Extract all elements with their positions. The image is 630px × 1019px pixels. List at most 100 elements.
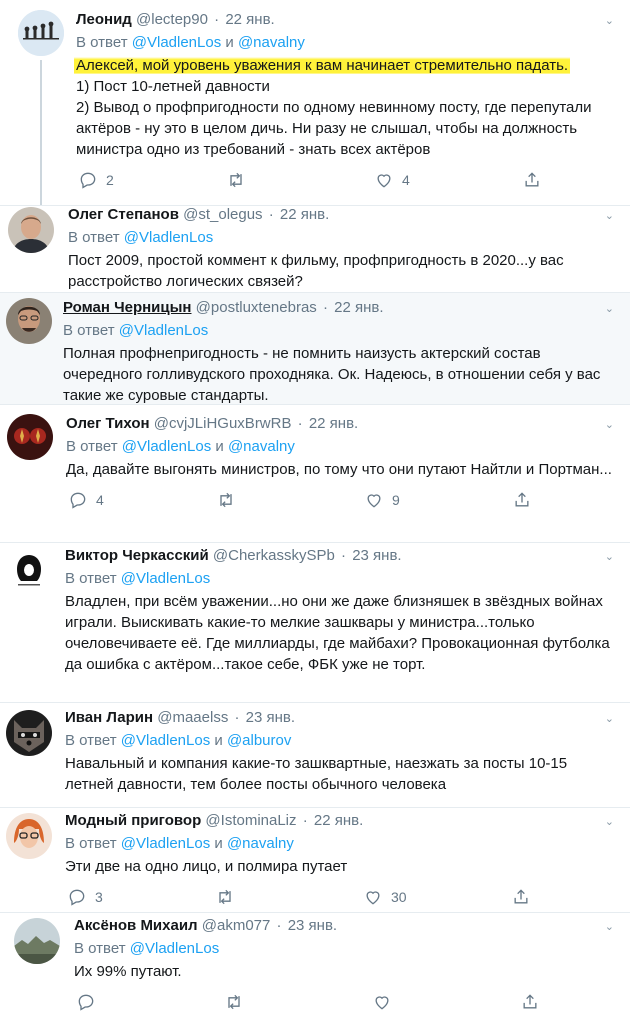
tweet-date[interactable]: 23 янв. [352, 547, 401, 564]
chevron-down-icon[interactable]: ⌄ [605, 302, 614, 315]
mention-link[interactable]: @navalny [238, 34, 305, 51]
reply-button[interactable] [76, 992, 96, 1012]
share-button[interactable] [511, 887, 531, 907]
tweet-date[interactable]: 23 янв. [288, 917, 337, 934]
reply-button[interactable]: 2 [78, 170, 114, 190]
tweet-header: Иван Ларин @maaelss · 23 янв. [65, 709, 296, 726]
author-name[interactable]: Аксёнов Михаил [74, 917, 198, 934]
reply-icon [70, 492, 86, 509]
person-photo-icon [6, 813, 52, 859]
like-button[interactable]: 4 [374, 170, 410, 190]
author-handle[interactable]: @maaelss [157, 709, 228, 726]
reply-button[interactable]: 4 [68, 490, 104, 510]
tweet[interactable]: Виктор Черкасский @CherkasskySPb · 23 ян… [0, 542, 630, 702]
tweet-date[interactable]: 22 янв. [280, 206, 329, 223]
tweet-date[interactable]: 22 янв. [309, 415, 358, 432]
avatar[interactable] [6, 548, 52, 594]
mention-link[interactable]: @VladlenLos [124, 229, 213, 246]
tweet-header: Аксёнов Михаил @akm077 · 23 янв. [74, 917, 338, 934]
author-handle[interactable]: @postluxtenebras [196, 299, 317, 316]
tweet-date[interactable]: 22 янв. [334, 299, 383, 316]
author-handle[interactable]: @CherkasskySPb [213, 547, 335, 564]
share-icon [525, 172, 539, 187]
retweet-icon [220, 492, 232, 508]
retweet-button[interactable] [216, 490, 236, 510]
mention-link[interactable]: @navalny [227, 835, 294, 852]
retweet-button[interactable] [226, 170, 246, 190]
avatar[interactable] [18, 10, 64, 56]
mention-link[interactable]: @VladlenLos [121, 570, 210, 587]
tweet[interactable]: Роман Черницын @postluxtenebras · 22 янв… [0, 292, 630, 404]
avatar[interactable] [6, 298, 52, 344]
chevron-down-icon[interactable]: ⌄ [605, 712, 614, 725]
author-handle[interactable]: @lectep90 [136, 11, 208, 28]
retweet-button[interactable] [215, 887, 235, 907]
author-name[interactable]: Иван Ларин [65, 709, 153, 726]
mention-link[interactable]: @VladlenLos [121, 732, 210, 749]
mention-link[interactable]: @VladlenLos [130, 940, 219, 957]
tweet[interactable]: Аксёнов Михаил @akm077 · 23 янв. ⌄ В отв… [0, 912, 630, 1019]
like-button[interactable]: 30 [363, 887, 407, 907]
tweet[interactable]: Иван Ларин @maaelss · 23 янв. ⌄ В ответ … [0, 702, 630, 807]
tweet-actions: 4 9 [66, 490, 616, 512]
tweet[interactable]: Леонид @lectep90 · 22 янв. ⌄ В ответ @Vl… [0, 0, 630, 205]
author-handle[interactable]: @IstominaLiz [205, 812, 296, 829]
avatar[interactable] [8, 207, 54, 253]
reply-button[interactable]: 3 [67, 887, 103, 907]
share-button[interactable] [522, 170, 542, 190]
chevron-down-icon[interactable]: ⌄ [605, 209, 614, 222]
tweet-text: Владлен, при всём уважении...но они же д… [65, 593, 610, 673]
thread-line [40, 60, 42, 205]
chevron-down-icon[interactable]: ⌄ [605, 920, 614, 933]
avatar[interactable] [6, 813, 52, 859]
author-name[interactable]: Олег Степанов [68, 206, 179, 223]
evolution-avatar-icon [18, 10, 64, 56]
author-handle[interactable]: @cvjJLiHGuxBrwRB [154, 415, 292, 432]
mention-link[interactable]: @VladlenLos [122, 438, 211, 455]
avatar[interactable] [6, 710, 52, 756]
mention-link[interactable]: @VladlenLos [132, 34, 221, 51]
mention-link[interactable]: @VladlenLos [121, 835, 210, 852]
author-handle[interactable]: @akm077 [202, 917, 271, 934]
tweet-text: Полная профнепригодность - не помнить на… [63, 345, 601, 404]
divider [0, 542, 630, 543]
author-name[interactable]: Олег Тихон [66, 415, 150, 432]
tweet-header: Олег Степанов @st_olegus · 22 янв. [68, 206, 330, 223]
divider [0, 807, 630, 808]
mention-link[interactable]: @navalny [228, 438, 295, 455]
avatar[interactable] [14, 918, 60, 964]
author-name[interactable]: Модный приговор [65, 812, 201, 829]
avatar[interactable] [7, 414, 53, 460]
author-handle[interactable]: @st_olegus [183, 206, 262, 223]
chevron-down-icon[interactable]: ⌄ [605, 418, 614, 431]
tweet[interactable]: Олег Тихон @cvjJLiHGuxBrwRB · 22 янв. ⌄ … [0, 404, 630, 542]
chevron-down-icon[interactable]: ⌄ [605, 550, 614, 563]
author-name[interactable]: Леонид [76, 11, 132, 28]
reply-icon [78, 994, 94, 1011]
share-button[interactable] [512, 490, 532, 510]
raccoon-avatar-icon [6, 710, 52, 756]
reply-icon [80, 172, 96, 189]
mention-link[interactable]: @alburov [227, 732, 291, 749]
tweet-date[interactable]: 22 янв. [225, 11, 274, 28]
share-button[interactable] [520, 992, 540, 1012]
like-button[interactable] [372, 992, 392, 1012]
tweet-text: Да, давайте выгонять министров, по тому … [66, 461, 612, 478]
retweet-button[interactable] [224, 992, 244, 1012]
tweet-actions: 2 4 [76, 170, 616, 192]
chevron-down-icon[interactable]: ⌄ [605, 14, 614, 27]
chevron-down-icon[interactable]: ⌄ [605, 815, 614, 828]
like-button[interactable]: 9 [364, 490, 400, 510]
tweet-header: Леонид @lectep90 · 22 янв. [76, 11, 275, 28]
author-name[interactable]: Роман Черницын [63, 299, 191, 316]
emblem-avatar-icon [7, 414, 53, 460]
tweet-date[interactable]: 22 янв. [314, 812, 363, 829]
reply-icon [69, 889, 85, 906]
mention-link[interactable]: @VladlenLos [119, 322, 208, 339]
tweet[interactable]: Модный приговор @IstominaLiz · 22 янв. ⌄… [0, 807, 630, 912]
author-name[interactable]: Виктор Черкасский [65, 547, 209, 564]
reply-to: В ответ @VladlenLos [65, 570, 211, 587]
tweet[interactable]: Олег Степанов @st_olegus · 22 янв. ⌄ В о… [0, 205, 630, 292]
tweet-date[interactable]: 23 янв. [246, 709, 295, 726]
retweet-icon [219, 889, 231, 905]
